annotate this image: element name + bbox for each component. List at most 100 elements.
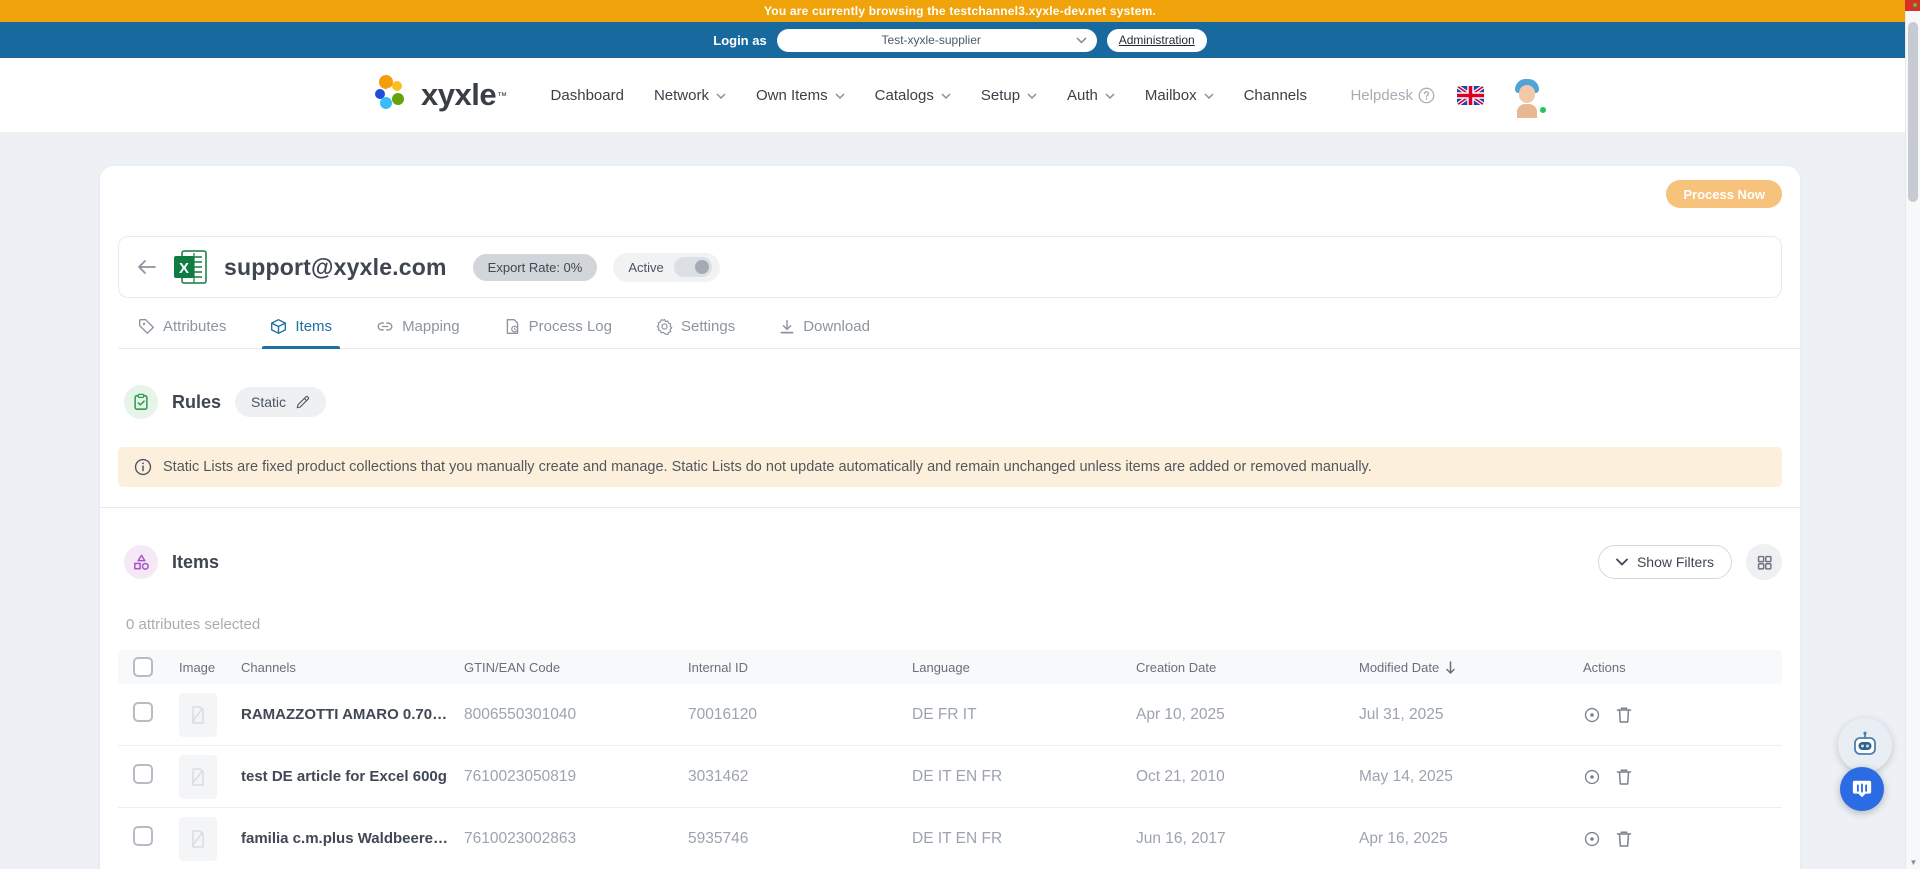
item-name[interactable]: test DE article for Excel 600g [241, 768, 464, 785]
document-clock-icon [506, 319, 518, 334]
chevron-down-icon [1027, 93, 1037, 99]
rules-section: Rules Static [118, 385, 1782, 419]
nav-channels[interactable]: Channels [1244, 87, 1307, 104]
column-modified-date[interactable]: Modified Date [1359, 660, 1583, 675]
nav-setup[interactable]: Setup [981, 87, 1037, 104]
eye-icon [1584, 707, 1600, 722]
items-table: Image Channels GTIN/EAN Code Internal ID… [118, 650, 1782, 869]
main-content: Process Now X support@xyxle.com Export R… [0, 133, 1920, 869]
login-as-select-value: Test-xyxle-supplier [881, 33, 981, 47]
chevron-down-icon [1076, 36, 1087, 44]
items-section-header: Items Show Filters [118, 544, 1782, 580]
brand-logo[interactable]: xyxle™ [372, 73, 507, 118]
static-list-notice: Static Lists are fixed product collectio… [118, 447, 1782, 487]
nav-auth[interactable]: Auth [1067, 87, 1115, 104]
tab-settings[interactable]: Settings [654, 314, 737, 348]
delete-item-button[interactable] [1616, 830, 1632, 848]
nav-network[interactable]: Network [654, 87, 726, 104]
page-scrollbar[interactable]: ▼ [1905, 0, 1920, 869]
language-flag-button[interactable] [1457, 85, 1484, 105]
active-label: Active [628, 259, 664, 275]
back-button[interactable] [137, 259, 156, 275]
table-row[interactable]: RAMAZZOTTI AMARO 0.70 30%... 80065503010… [118, 684, 1782, 746]
scrollbar-thumb[interactable] [1908, 22, 1918, 202]
administration-button[interactable]: Administration [1106, 28, 1207, 52]
item-name[interactable]: RAMAZZOTTI AMARO 0.70 30%... [241, 706, 464, 723]
environment-banner: You are currently browsing the testchann… [0, 0, 1920, 22]
login-as-label: Login as [713, 32, 767, 48]
view-item-button[interactable] [1583, 768, 1601, 786]
user-avatar[interactable] [1506, 74, 1548, 118]
item-name[interactable]: familia c.m.plus Waldbeeren 80g [241, 830, 464, 847]
rules-type-badge[interactable]: Static [235, 387, 327, 417]
tab-items[interactable]: Items [262, 314, 340, 349]
column-channels: Channels [241, 659, 296, 675]
delete-item-button[interactable] [1616, 706, 1632, 724]
items-title: Items [172, 551, 220, 572]
login-as-select[interactable]: Test-xyxle-supplier [776, 28, 1097, 52]
item-modified: Apr 16, 2025 [1359, 829, 1448, 847]
arrow-left-icon [138, 260, 156, 274]
excel-file-icon: X [172, 249, 208, 285]
grid-icon [1757, 555, 1772, 570]
bot-assistant-button[interactable] [1838, 718, 1892, 772]
box-icon [271, 319, 287, 334]
chevron-down-icon [1105, 93, 1115, 99]
view-item-button[interactable] [1583, 830, 1601, 848]
nav-mailbox[interactable]: Mailbox [1145, 87, 1214, 104]
info-circle-icon [134, 458, 152, 476]
channel-title: support@xyxle.com [224, 253, 447, 280]
no-image-placeholder-icon [179, 816, 217, 861]
shapes-icon [124, 545, 158, 579]
trash-icon [1616, 830, 1632, 847]
table-row[interactable]: familia c.m.plus Waldbeeren 80g 76100230… [118, 808, 1782, 869]
tab-download[interactable]: Download [777, 314, 872, 348]
column-gtin: GTIN/EAN Code [464, 659, 561, 675]
tab-process-log[interactable]: Process Log [502, 314, 614, 348]
item-language: DE FR IT [912, 705, 977, 723]
xyxle-logo-icon [372, 73, 412, 118]
nav-own-items[interactable]: Own Items [756, 87, 845, 104]
sort-desc-icon [1446, 660, 1455, 674]
channel-header: X support@xyxle.com Export Rate: 0% Acti… [118, 236, 1782, 298]
app-header: xyxle™ Dashboard Network Own Items Catal… [0, 58, 1920, 133]
nav-dashboard[interactable]: Dashboard [551, 87, 624, 104]
row-checkbox[interactable] [133, 764, 153, 784]
tag-icon [139, 319, 154, 334]
chat-launcher-button[interactable] [1840, 767, 1884, 811]
export-rate-badge: Export Rate: 0% [472, 253, 598, 281]
show-filters-button[interactable]: Show Filters [1597, 545, 1732, 579]
notice-text: Static Lists are fixed product collectio… [163, 459, 1372, 475]
view-item-button[interactable] [1583, 706, 1601, 724]
item-gtin: 8006550301040 [464, 705, 577, 723]
environment-banner-text: You are currently browsing the testchann… [763, 4, 1156, 18]
select-all-checkbox[interactable] [133, 657, 153, 677]
grid-view-button[interactable] [1746, 544, 1782, 580]
nav-catalogs[interactable]: Catalogs [875, 87, 951, 104]
row-checkbox[interactable] [133, 702, 153, 722]
download-icon [780, 319, 794, 333]
tab-attributes[interactable]: Attributes [136, 314, 228, 348]
active-toggle[interactable] [673, 257, 712, 277]
table-header-row: Image Channels GTIN/EAN Code Internal ID… [118, 650, 1782, 684]
scrollbar-down-arrow[interactable]: ▼ [1906, 858, 1920, 867]
column-creation-date: Creation Date [1136, 659, 1217, 675]
link-icon [377, 322, 393, 331]
process-now-button[interactable]: Process Now [1666, 180, 1782, 208]
screen-recording-indicator [1905, 0, 1920, 11]
no-image-placeholder-icon [179, 754, 217, 799]
table-row[interactable]: test DE article for Excel 600g 761002305… [118, 746, 1782, 808]
item-internal-id: 5935746 [688, 829, 749, 847]
online-status-dot [1538, 105, 1548, 115]
tab-mapping[interactable]: Mapping [374, 314, 462, 348]
column-internal-id: Internal ID [688, 659, 748, 675]
brand-name: xyxle [421, 77, 497, 112]
delete-item-button[interactable] [1616, 768, 1632, 786]
clipboard-check-icon [124, 385, 158, 419]
column-actions: Actions [1583, 659, 1626, 675]
pencil-icon [296, 395, 310, 408]
item-internal-id: 70016120 [688, 705, 757, 723]
uk-flag-icon [1457, 85, 1484, 105]
helpdesk-link[interactable]: Helpdesk [1350, 87, 1435, 104]
row-checkbox[interactable] [133, 826, 153, 846]
